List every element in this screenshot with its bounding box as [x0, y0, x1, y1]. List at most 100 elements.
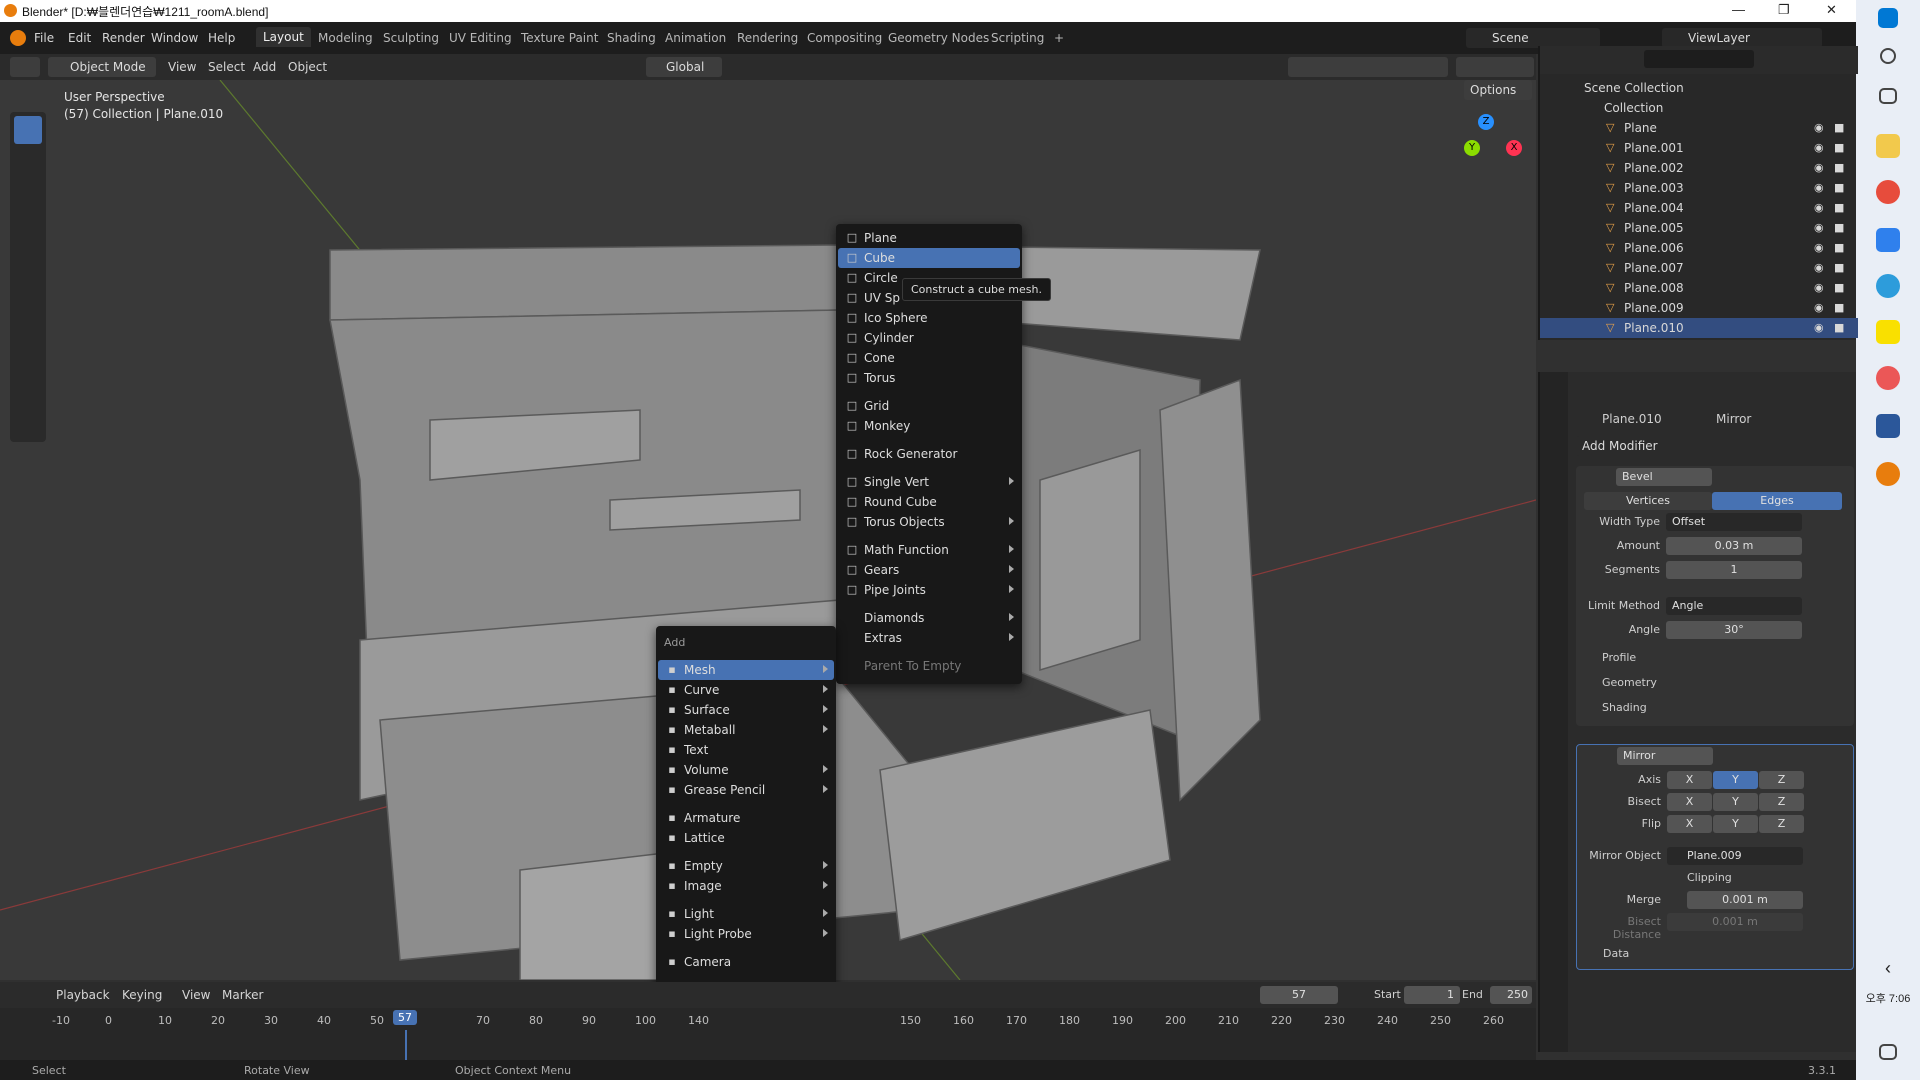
tab-animation[interactable]: Animation [665, 31, 726, 45]
add-workspace-button[interactable]: + [1054, 31, 1064, 45]
search-icon[interactable] [1880, 48, 1896, 64]
app-icon[interactable] [1876, 366, 1900, 390]
outliner-item[interactable]: ▽ Plane.005 ◉ ■ [1540, 218, 1858, 238]
add-menu-item-curve[interactable]: ▪ Curve [658, 680, 834, 700]
mirror-axis-x-toggle[interactable]: X [1667, 771, 1712, 789]
kakaotalk-icon[interactable] [1876, 320, 1900, 344]
notification-icon[interactable] [1879, 1044, 1897, 1060]
rotate-tool-icon[interactable] [14, 220, 42, 248]
add-menu-item-surface[interactable]: ▪ Surface [658, 700, 834, 720]
pan-hand-icon[interactable] [1503, 226, 1525, 248]
render-camera-icon[interactable]: ■ [1834, 221, 1844, 234]
mesh-menu-item-rock-generator[interactable]: □ Rock Generator [838, 444, 1020, 464]
add-menu-item-light[interactable]: ▪ Light [658, 904, 834, 924]
add-menu-item-grease-pencil[interactable]: ▪ Grease Pencil [658, 780, 834, 800]
system-clock[interactable]: 오후 7:06 [1862, 990, 1914, 1006]
outliner-item[interactable]: ▽ Plane.002 ◉ ■ [1540, 158, 1858, 178]
mode-selector[interactable]: Object Mode [48, 57, 156, 77]
add-cube-tool-icon[interactable] [14, 402, 42, 430]
render-camera-icon[interactable]: ■ [1834, 201, 1844, 214]
mesh-menu-item-cube[interactable]: □ Cube [838, 248, 1020, 268]
profile-subpanel[interactable]: Profile [1602, 651, 1636, 664]
end-frame-field[interactable]: 250 [1490, 986, 1532, 1004]
menu-help[interactable]: Help [208, 31, 235, 45]
word-icon[interactable] [1876, 414, 1900, 438]
outliner-item[interactable]: ▽ Plane.003 ◉ ■ [1540, 178, 1858, 198]
maximize-button[interactable]: ❐ [1778, 2, 1790, 18]
grid-view-icon[interactable] [1503, 286, 1525, 308]
transform-orientation-selector[interactable]: Global [646, 57, 722, 77]
outliner-item[interactable]: ▽ Plane.010 ◉ ■ [1540, 318, 1858, 338]
render-camera-icon[interactable]: ■ [1834, 141, 1844, 154]
mesh-menu-item-round-cube[interactable]: □ Round Cube [838, 492, 1020, 512]
bevel-name-field[interactable]: Bevel [1616, 468, 1712, 486]
options-button[interactable]: Options [1464, 80, 1532, 100]
outliner-item[interactable]: ▽ Plane.008 ◉ ■ [1540, 278, 1858, 298]
mirror-bisect-y-toggle[interactable]: Y [1713, 793, 1758, 811]
render-camera-icon[interactable]: ■ [1834, 281, 1844, 294]
timeline-menu-keying[interactable]: Keying [122, 988, 162, 1002]
add-menu-item-light-probe[interactable]: ▪ Light Probe [658, 924, 834, 944]
add-menu-item-text[interactable]: ▪ Text [658, 740, 834, 760]
angle-field[interactable]: 30° [1666, 621, 1802, 639]
annotate-tool-icon[interactable] [14, 328, 42, 356]
timeline-menu-marker[interactable]: Marker [222, 988, 263, 1002]
gizmo-z[interactable]: Z [1478, 114, 1494, 130]
zoom-icon[interactable] [1503, 196, 1525, 218]
mirror-axis-y-toggle[interactable]: Y [1713, 771, 1758, 789]
camera-view-icon[interactable] [1503, 256, 1525, 278]
mesh-menu-item-monkey[interactable]: □ Monkey [838, 416, 1020, 436]
eye-icon[interactable]: ◉ [1814, 141, 1824, 154]
limit-method-select[interactable]: Angle [1666, 597, 1802, 615]
mesh-menu-item-cone[interactable]: □ Cone [838, 348, 1020, 368]
mesh-menu-item-torus[interactable]: □ Torus [838, 368, 1020, 388]
outliner-item[interactable]: ▽ Plane ◉ ■ [1540, 118, 1858, 138]
render-camera-icon[interactable]: ■ [1834, 241, 1844, 254]
menu-render[interactable]: Render [102, 31, 145, 45]
mirror-name-field[interactable]: Mirror [1617, 747, 1713, 765]
mesh-menu-item-torus-objects[interactable]: □ Torus Objects [838, 512, 1020, 532]
menu-file[interactable]: File [34, 31, 54, 45]
select-box-tool-icon[interactable] [14, 116, 42, 144]
viewport-menu-select[interactable]: Select [208, 60, 245, 74]
eye-icon[interactable]: ◉ [1814, 121, 1824, 134]
view-layer-selector[interactable]: ViewLayer [1662, 28, 1822, 48]
mesh-menu-item-gears[interactable]: □ Gears [838, 560, 1020, 580]
timeline-menu-playback[interactable]: Playback [56, 988, 110, 1002]
mesh-menu-item-single-vert[interactable]: □ Single Vert [838, 472, 1020, 492]
add-menu-item-volume[interactable]: ▪ Volume [658, 760, 834, 780]
tab-scripting[interactable]: Scripting [991, 31, 1044, 45]
segments-field[interactable]: 1 [1666, 561, 1802, 579]
mesh-menu-item-extras[interactable]: Extras [838, 628, 1020, 648]
add-menu-item-empty[interactable]: ▪ Empty [658, 856, 834, 876]
viewport-menu-object[interactable]: Object [288, 60, 327, 74]
geometry-subpanel[interactable]: Geometry [1602, 676, 1657, 689]
browser-icon[interactable] [1876, 274, 1900, 298]
outliner-item[interactable]: ▽ Plane.006 ◉ ■ [1540, 238, 1858, 258]
amount-field[interactable]: 0.03 m [1666, 537, 1802, 555]
file-explorer-icon[interactable] [1876, 134, 1900, 158]
move-tool-icon[interactable] [14, 186, 42, 214]
mirror-object-field[interactable]: Plane.009 [1667, 847, 1803, 865]
add-menu-item-lattice[interactable]: ▪ Lattice [658, 828, 834, 848]
render-camera-icon[interactable]: ■ [1834, 321, 1844, 334]
render-camera-icon[interactable]: ■ [1834, 181, 1844, 194]
eye-icon[interactable]: ◉ [1814, 281, 1824, 294]
viewport-menu-add[interactable]: Add [253, 60, 276, 74]
add-menu-item-image[interactable]: ▪ Image [658, 876, 834, 896]
eye-icon[interactable]: ◉ [1814, 161, 1824, 174]
scale-tool-icon[interactable] [14, 254, 42, 282]
eye-icon[interactable]: ◉ [1814, 181, 1824, 194]
mesh-menu-item-cylinder[interactable]: □ Cylinder [838, 328, 1020, 348]
chevron-up-icon[interactable]: ‹ [1862, 958, 1914, 979]
blender-taskbar-icon[interactable] [1876, 462, 1900, 486]
tab-texture-paint[interactable]: Texture Paint [521, 31, 598, 45]
gizmo-x[interactable]: X [1506, 140, 1522, 156]
render-camera-icon[interactable]: ■ [1834, 161, 1844, 174]
add-menu-item-mesh[interactable]: ▪ Mesh [658, 660, 834, 680]
menu-edit[interactable]: Edit [68, 31, 91, 45]
chrome-icon[interactable] [1876, 180, 1900, 204]
eye-icon[interactable]: ◉ [1814, 321, 1824, 334]
mirror-bisect-x-toggle[interactable]: X [1667, 793, 1712, 811]
mirror-flip-z-toggle[interactable]: Z [1759, 815, 1804, 833]
